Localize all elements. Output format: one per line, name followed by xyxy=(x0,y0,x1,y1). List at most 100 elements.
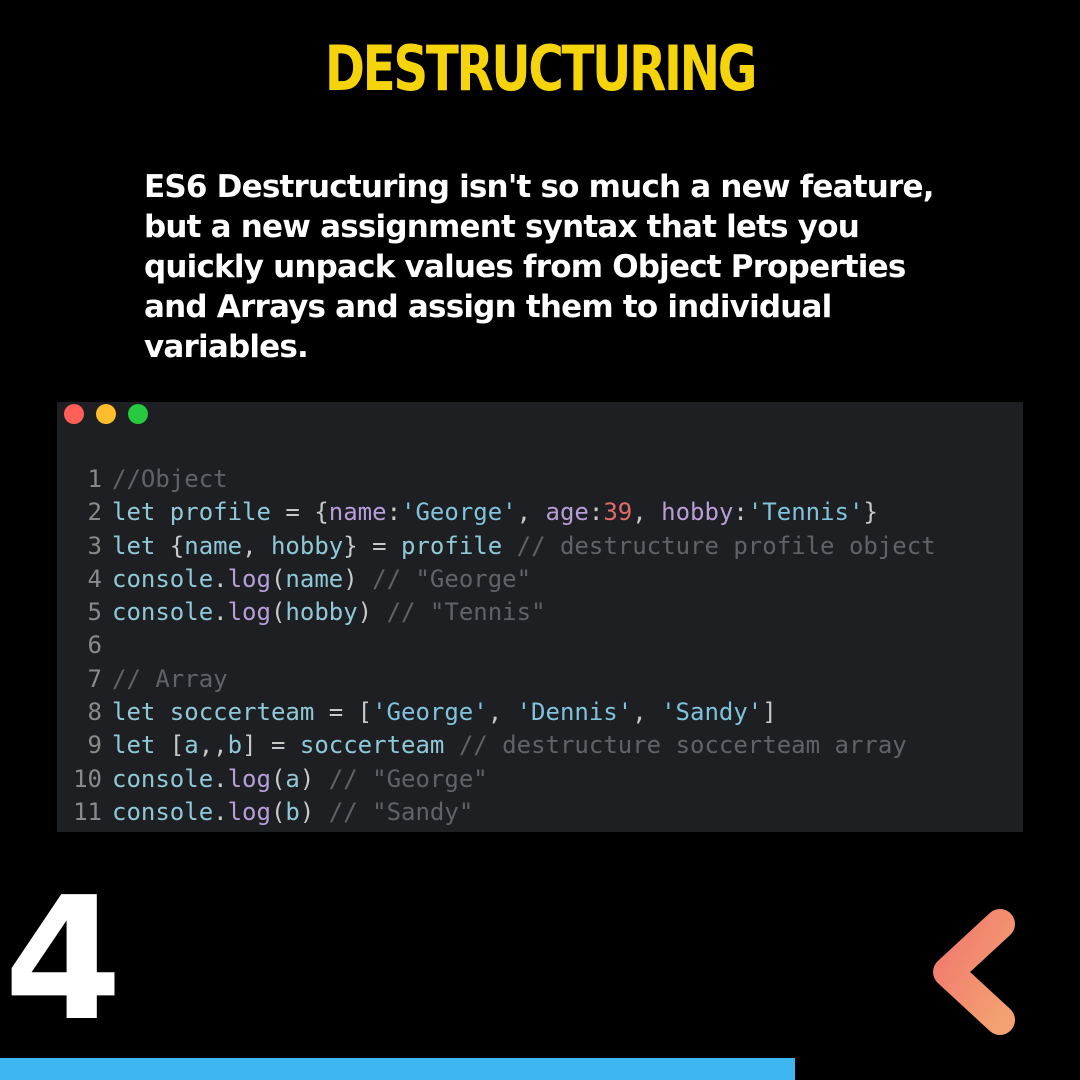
code-token: ( xyxy=(270,564,286,593)
description-text: ES6 Destructuring isn't so much a new fe… xyxy=(144,169,935,365)
code-line: 2 let profile = {name:'George', age:39, h… xyxy=(62,496,936,529)
code-line: 1 //Object xyxy=(62,463,936,496)
code-token: ,, xyxy=(198,731,228,760)
slide-number: 4 xyxy=(4,861,123,1059)
code-token: . xyxy=(213,598,228,627)
code-token: ( xyxy=(270,598,286,627)
code-token: name xyxy=(184,531,243,560)
code-line: 10 console.log(a) // "George" xyxy=(62,763,936,796)
page-title: DESTRUCTURING xyxy=(324,32,758,105)
code-token: soccerteam xyxy=(155,698,329,727)
code-token: ( xyxy=(270,764,286,793)
code-token: // Array xyxy=(112,664,228,693)
line-number: 4 xyxy=(87,564,102,593)
code-token: } xyxy=(863,498,878,527)
code-token: profile xyxy=(401,531,503,560)
code-token: // "Tennis" xyxy=(372,598,546,627)
code-token: ) xyxy=(357,598,373,627)
code-token: ] = xyxy=(242,731,300,760)
code-token: // "George" xyxy=(314,764,488,793)
code-token: : xyxy=(733,498,748,527)
line-number: 2 xyxy=(87,498,102,527)
code-token: soccerteam xyxy=(299,731,445,760)
progress-bar xyxy=(0,1058,795,1080)
code-token: b xyxy=(227,731,243,760)
code-token: age xyxy=(545,498,589,527)
code-token: , xyxy=(632,698,662,727)
code-token: let xyxy=(112,531,156,560)
minimize-dot-icon xyxy=(96,404,116,424)
code-token: name xyxy=(285,564,344,593)
line-number: 1 xyxy=(87,465,102,493)
code-token: ) xyxy=(299,764,315,793)
code-token: ] xyxy=(762,698,777,727)
code-token: ( xyxy=(270,797,286,826)
code-token: log xyxy=(227,564,271,593)
code-token: ) xyxy=(299,797,315,826)
code-token: . xyxy=(213,564,228,593)
code-token: . xyxy=(213,764,228,793)
code-token: , xyxy=(242,531,271,560)
code-line: 9 let [a,,b] = soccerteam // destructure … xyxy=(62,729,936,762)
line-number: 10 xyxy=(73,764,102,793)
code-token: , xyxy=(516,498,546,527)
code-token: { xyxy=(155,531,185,560)
code-token: 39 xyxy=(603,498,633,527)
code-token: } = xyxy=(343,531,402,560)
code-token: 'Dennis' xyxy=(516,698,633,727)
code-token: : xyxy=(386,498,402,527)
code-token: 'Tennis' xyxy=(747,498,864,527)
close-dot-icon xyxy=(64,404,84,424)
code-token: 'George' xyxy=(372,698,488,727)
code-line: 3 let {name, hobby} = profile // destruct… xyxy=(62,530,936,563)
code-token: log xyxy=(227,598,271,627)
code-token: log xyxy=(227,797,271,826)
code-token: name xyxy=(328,498,387,527)
code-token: a xyxy=(285,764,300,793)
code-token: console xyxy=(112,564,214,593)
line-number: 6 xyxy=(87,631,102,660)
code-token: let xyxy=(112,698,156,727)
code-block: 1//Object 2 let profile = {name:'George', … xyxy=(62,463,936,829)
code-token: . xyxy=(213,797,228,826)
line-number: 5 xyxy=(87,598,102,627)
code-line: 5 console.log(hobby) // "Tennis" xyxy=(62,596,936,629)
code-token: ) xyxy=(343,564,358,593)
code-token: hobby xyxy=(285,598,358,627)
code-token: hobby xyxy=(270,531,344,560)
code-line: 4 console.log(name) // "George" xyxy=(62,563,936,596)
code-line: 11 console.log(b) // "Sandy" xyxy=(62,796,936,829)
code-token: // destructure profile object xyxy=(502,531,936,560)
code-line: 6 xyxy=(62,629,936,662)
code-token: : xyxy=(588,498,604,527)
line-number: 7 xyxy=(87,664,102,693)
maximize-dot-icon xyxy=(128,404,148,424)
code-token: console xyxy=(112,764,214,793)
code-token: let xyxy=(112,731,156,760)
code-token: profile xyxy=(155,498,286,527)
code-token: // destructure soccerteam array xyxy=(444,731,907,760)
code-token: hobby xyxy=(661,498,734,527)
code-line: 7 // Array xyxy=(62,663,936,696)
code-token: = [ xyxy=(328,698,373,727)
code-line: 8 let soccerteam = ['George', 'Dennis', '… xyxy=(62,696,936,729)
code-token: 'George' xyxy=(401,498,517,527)
line-number: 11 xyxy=(73,797,102,826)
code-token: // "George" xyxy=(357,564,532,593)
code-token: , xyxy=(487,698,517,727)
code-token: console xyxy=(112,598,214,627)
line-number: 3 xyxy=(87,531,102,560)
code-token: // "Sandy" xyxy=(314,797,474,826)
line-number: 9 xyxy=(87,731,102,760)
code-token: //Object xyxy=(112,465,228,493)
code-token: , xyxy=(632,498,662,527)
code-token: = { xyxy=(285,498,329,527)
code-token: log xyxy=(227,764,271,793)
chevron-left-icon[interactable] xyxy=(928,906,1020,1038)
line-number: 8 xyxy=(87,698,102,727)
code-token: 'Sandy' xyxy=(661,698,763,727)
code-token: let xyxy=(112,498,156,527)
code-token: console xyxy=(112,797,214,826)
code-token: b xyxy=(285,797,300,826)
code-token: a xyxy=(184,731,199,760)
